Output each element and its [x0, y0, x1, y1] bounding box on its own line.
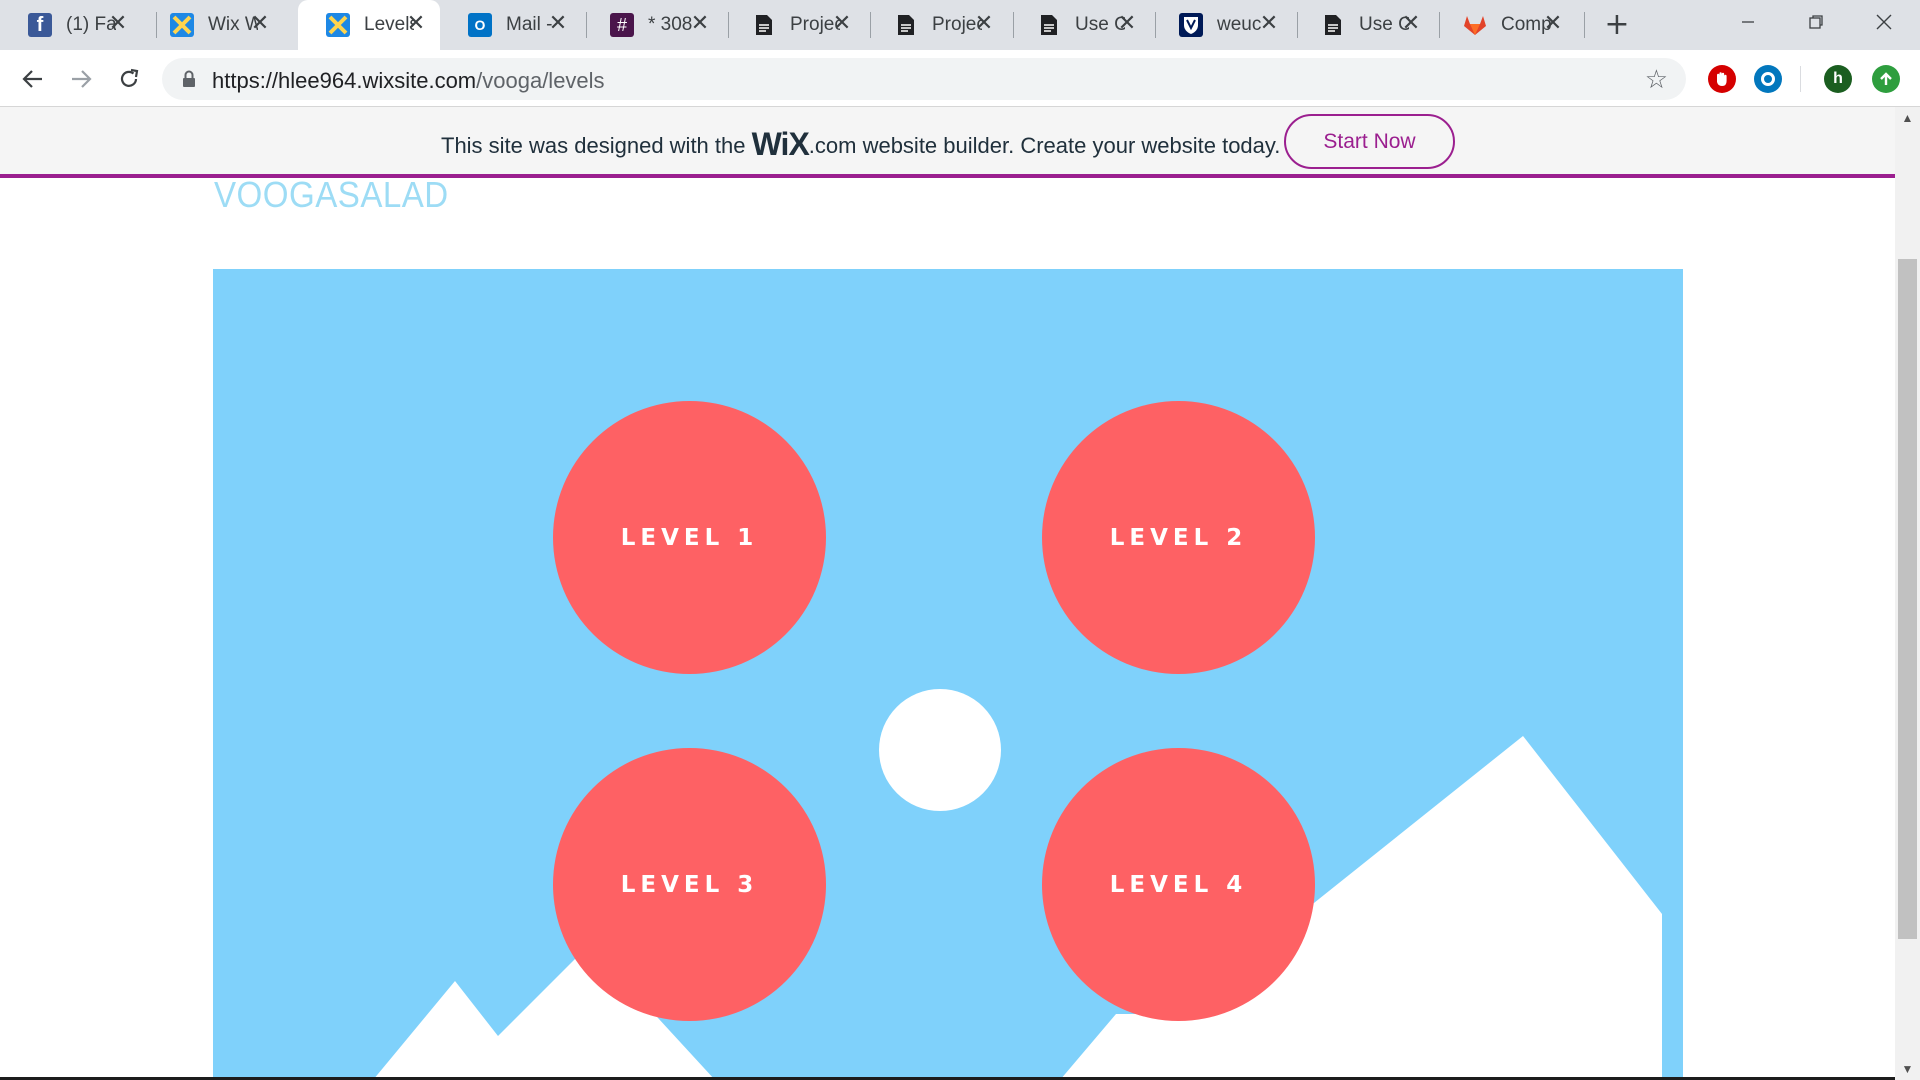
minimize-button[interactable] [1716, 0, 1780, 44]
tab-gitlab[interactable]: Compute ✕ [1435, 0, 1577, 50]
wix-promo-banner: This site was designed with the WiX.com … [0, 107, 1895, 178]
document-icon [894, 13, 918, 37]
reload-button[interactable] [110, 60, 148, 98]
close-window-button[interactable] [1852, 0, 1916, 44]
level-3-button[interactable]: LEVEL 3 [553, 748, 826, 1021]
close-icon[interactable]: ✕ [546, 12, 570, 36]
bookmark-star-icon[interactable]: ☆ [1645, 65, 1668, 95]
toolbar-divider [1800, 66, 1801, 92]
wix-promo-text: This site was designed with the WiX.com … [441, 124, 1281, 162]
tab-facebook[interactable]: f (1) Facebook ✕ [0, 0, 142, 50]
close-icon[interactable]: ✕ [688, 12, 712, 36]
tab-use-cases-1[interactable]: Use Cases ✕ [1009, 0, 1151, 50]
close-icon [1876, 14, 1892, 30]
url-host: https://hlee964.wixsite.com [212, 68, 477, 93]
url-path: /vooga/levels [476, 68, 605, 93]
tab-wix-website[interactable]: Wix Website ✕ [142, 0, 284, 50]
gitlab-icon [1463, 13, 1487, 37]
update-extension-icon[interactable] [1872, 65, 1900, 93]
tab-divider [1584, 12, 1585, 38]
tab-slack[interactable]: # * 308 ✕ [582, 0, 724, 50]
scroll-down-arrow-icon[interactable]: ▼ [1895, 1062, 1920, 1076]
minimize-icon [1742, 21, 1754, 23]
close-icon[interactable]: ✕ [248, 12, 272, 36]
sun-circle [879, 689, 1001, 811]
address-bar[interactable]: https://hlee964.wixsite.com/vooga/levels… [162, 58, 1686, 100]
tab-strip: f (1) Facebook ✕ Wix Website ✕ Levels ✕ … [0, 0, 1920, 50]
tab-use-cases-2[interactable]: Use Cases ✕ [1293, 0, 1435, 50]
scrollbar-thumb[interactable] [1898, 259, 1917, 939]
close-icon[interactable]: ✕ [1115, 12, 1139, 36]
close-icon[interactable]: ✕ [404, 12, 428, 36]
tab-levels[interactable]: Levels ✕ [298, 0, 440, 50]
level-2-button[interactable]: LEVEL 2 [1042, 401, 1315, 674]
promo-text-before: This site was designed with the [441, 133, 746, 158]
close-icon[interactable]: ✕ [106, 12, 130, 36]
new-tab-button[interactable]: + [1600, 8, 1634, 42]
document-icon [1037, 13, 1061, 37]
level-4-button[interactable]: LEVEL 4 [1042, 748, 1315, 1021]
profile-avatar[interactable]: h [1824, 65, 1852, 93]
tab-project-2[interactable]: Project ✕ [866, 0, 1008, 50]
promo-text-after: .com website builder. Create your websit… [808, 133, 1281, 158]
reload-icon [120, 68, 139, 87]
arrow-right-icon [72, 70, 92, 88]
start-now-button[interactable]: Start Now [1284, 114, 1455, 169]
browser-toolbar: https://hlee964.wixsite.com/vooga/levels… [0, 50, 1920, 107]
wix-logo[interactable]: WiX [752, 126, 810, 162]
scroll-up-arrow-icon[interactable]: ▲ [1895, 111, 1920, 125]
arrow-left-icon [22, 70, 42, 88]
page-scrollbar[interactable]: ▲ ▼ [1895, 107, 1920, 1080]
close-icon[interactable]: ✕ [1257, 12, 1281, 36]
tab-project-1[interactable]: Project ✕ [724, 0, 866, 50]
outlook-icon: O [468, 13, 492, 37]
document-icon [1321, 13, 1345, 37]
wix-icon [326, 13, 350, 37]
adblock-extension-icon[interactable] [1708, 65, 1736, 93]
ring-extension-icon[interactable] [1754, 65, 1782, 93]
tab-weuc[interactable]: weuc ✕ [1151, 0, 1293, 50]
close-icon[interactable]: ✕ [1399, 12, 1423, 36]
mountains-background [373, 736, 1662, 1080]
back-button[interactable] [14, 60, 52, 98]
site-title[interactable]: VOOGASALAD [214, 174, 449, 216]
slack-icon: # [610, 13, 634, 37]
restore-icon [1809, 15, 1823, 29]
close-icon[interactable]: ✕ [972, 12, 996, 36]
close-icon[interactable]: ✕ [830, 12, 854, 36]
facebook-icon: f [28, 13, 52, 37]
url-text[interactable]: https://hlee964.wixsite.com/vooga/levels [212, 68, 605, 94]
ring-icon [1761, 72, 1775, 86]
level-1-button[interactable]: LEVEL 1 [553, 401, 826, 674]
close-icon[interactable]: ✕ [1541, 12, 1565, 36]
lock-icon [182, 70, 196, 93]
tab-mail[interactable]: O Mail - Outlook ✕ [440, 0, 582, 50]
levels-stage: LEVEL 1 LEVEL 2 LEVEL 3 LEVEL 4 [213, 269, 1683, 1080]
wix-icon [170, 13, 194, 37]
restore-button[interactable] [1784, 0, 1848, 44]
forward-button[interactable] [62, 60, 100, 98]
document-icon [752, 13, 776, 37]
shield-icon [1179, 13, 1203, 37]
